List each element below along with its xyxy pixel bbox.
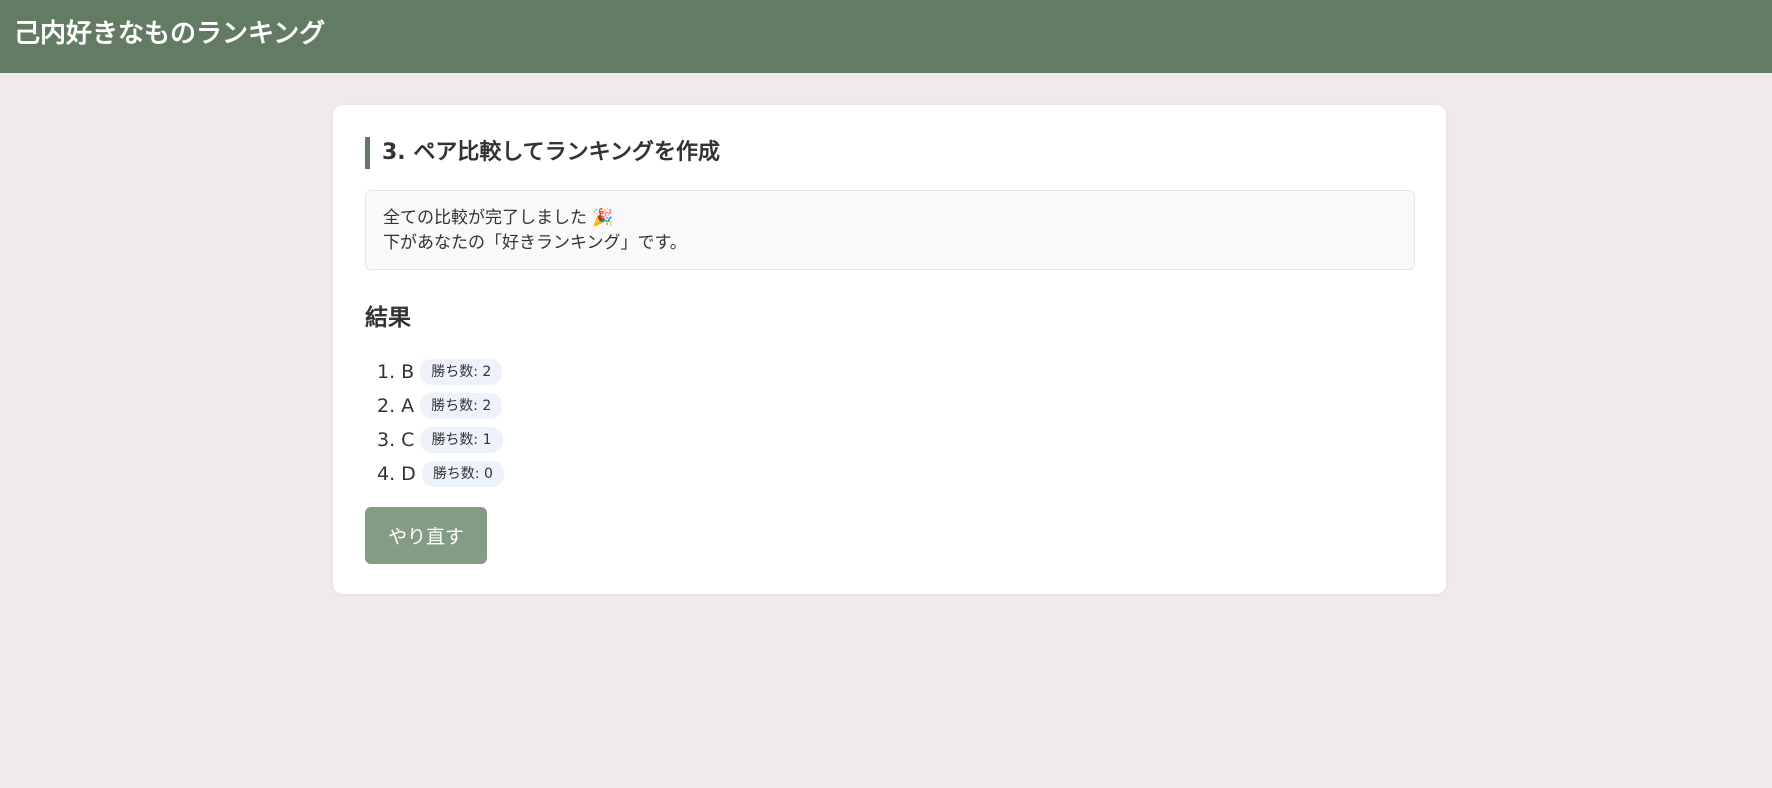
wins-badge: 勝ち数: 0: [421, 461, 504, 487]
rank-label: 4. D: [377, 463, 416, 485]
rank-label: 2. A: [377, 395, 415, 417]
wins-badge: 勝ち数: 2: [420, 359, 503, 385]
app-header: 己内好きなものランキング: [0, 0, 1772, 73]
result-card: 3. ペア比較してランキングを作成 全ての比較が完了しました 🎉 下があなたの「…: [333, 105, 1446, 594]
ranking-item: 2. A 勝ち数: 2: [377, 389, 504, 423]
rank-label: 3. C: [377, 429, 415, 451]
wins-badge: 勝ち数: 2: [420, 393, 503, 419]
results-heading: 結果: [365, 305, 411, 331]
wins-badge: 勝ち数: 1: [420, 427, 503, 453]
step-heading: 3. ペア比較してランキングを作成: [365, 137, 720, 169]
app-title: 己内好きなものランキング: [14, 19, 326, 49]
retry-button[interactable]: やり直す: [365, 507, 487, 564]
ranking-item: 3. C 勝ち数: 1: [377, 423, 504, 457]
ranking-item: 4. D 勝ち数: 0: [377, 457, 504, 491]
completion-message: 全ての比較が完了しました 🎉 下があなたの「好きランキング」です。: [365, 190, 1415, 270]
completion-message-line: 下があなたの「好きランキング」です。: [383, 233, 687, 253]
ranking-list: 1. B 勝ち数: 2 2. A 勝ち数: 2 3. C 勝ち数: 1 4. D…: [377, 355, 504, 491]
rank-label: 1. B: [377, 361, 415, 383]
completion-message-line: 全ての比較が完了しました 🎉: [383, 208, 614, 228]
ranking-item: 1. B 勝ち数: 2: [377, 355, 504, 389]
